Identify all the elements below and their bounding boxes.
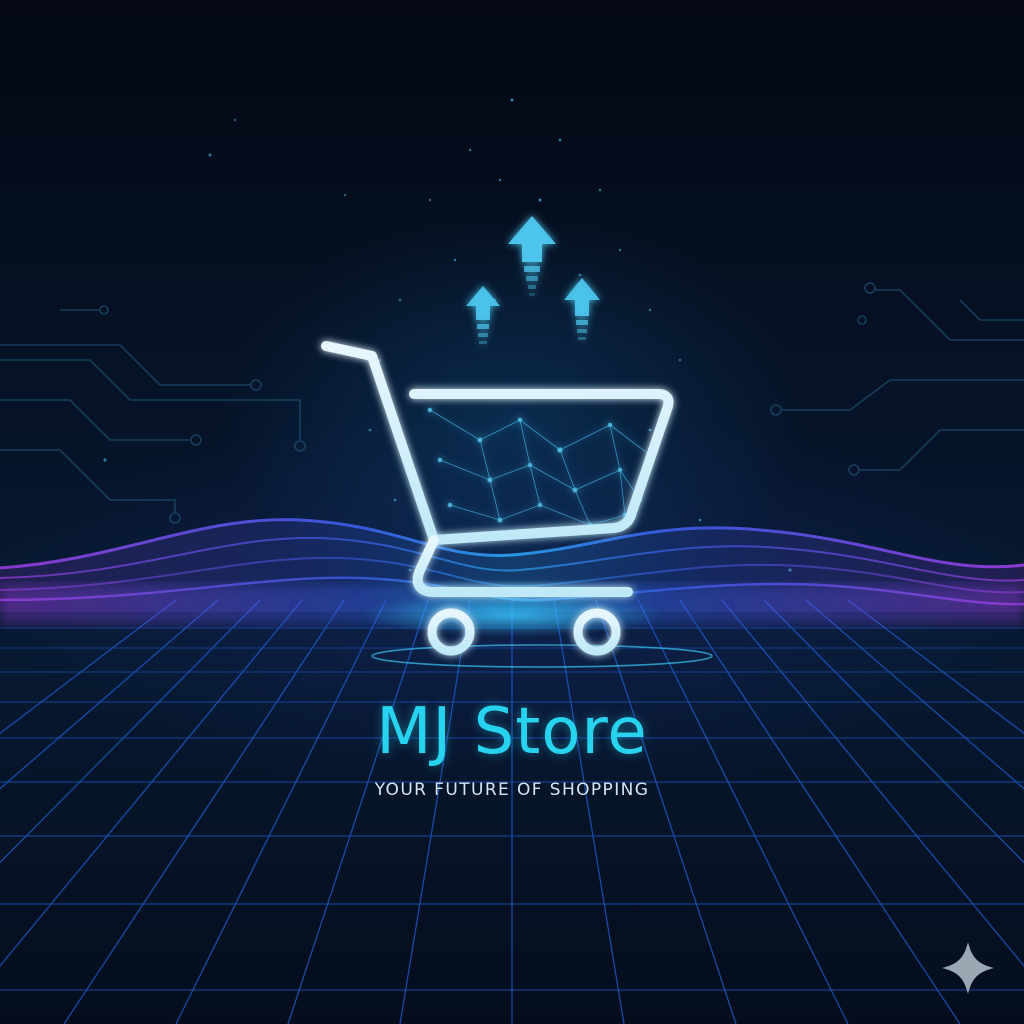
sparkle-icon xyxy=(942,942,994,994)
arrow-up-icon xyxy=(508,216,556,296)
circuit-traces-left xyxy=(0,305,306,524)
particle-dust xyxy=(103,98,792,592)
logo-scene: MJ Store YOUR FUTURE OF SHOPPING xyxy=(0,0,1024,1024)
brand-name: MJ Store xyxy=(376,695,648,769)
circuit-traces-right xyxy=(770,282,1024,476)
cart-frame xyxy=(321,341,674,545)
perspective-grid xyxy=(0,599,1024,1024)
arrow-up-icon xyxy=(564,278,600,340)
growth-arrows xyxy=(466,216,600,344)
logo-artwork xyxy=(0,98,1024,1024)
cart-network-mesh xyxy=(427,407,653,528)
brand-tagline: YOUR FUTURE OF SHOPPING xyxy=(374,780,650,800)
arrow-up-icon xyxy=(466,286,500,344)
